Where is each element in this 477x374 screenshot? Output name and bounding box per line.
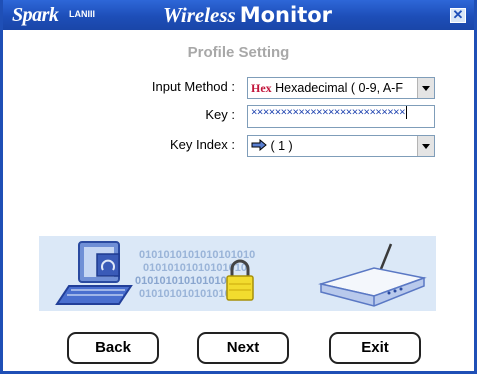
key-value: ×××××××××××××××××××××××××× [251, 106, 406, 119]
app-title: Wireless Monitor [163, 3, 332, 28]
input-method-select[interactable]: Hex Hexadecimal ( 0-9, A-F [247, 77, 435, 99]
key-index-select[interactable]: ( 1 ) [247, 135, 435, 157]
binary-line-3: 0101010101010101 [135, 275, 233, 287]
key-arrow-icon [251, 139, 267, 152]
next-button[interactable]: Next [197, 332, 289, 364]
input-method-value: Hexadecimal ( 0-9, A-F [275, 81, 403, 95]
back-button[interactable]: Back [67, 332, 159, 364]
router-icon [318, 243, 427, 307]
text-caret [406, 106, 408, 119]
key-input[interactable]: ×××××××××××××××××××××××××× [247, 105, 435, 128]
app-title-monitor: Monitor [239, 3, 333, 27]
hex-icon: Hex [251, 81, 272, 95]
security-banner: 0101010101010101010 01010101010101010 01… [39, 236, 436, 311]
brand-logo: Spark [12, 4, 59, 26]
banner-graphic: 0101010101010101010 01010101010101010 01… [55, 241, 427, 307]
binary-line-1: 0101010101010101010 [139, 249, 255, 261]
key-index-value: ( 1 ) [270, 139, 293, 153]
chevron-down-icon[interactable] [417, 78, 434, 98]
key-label: Key : [205, 107, 235, 122]
page-title: Profile Setting [187, 44, 290, 61]
title-bar[interactable]: Spark LANIII Wireless Monitor ✕ [3, 0, 474, 30]
input-method-label: Input Method : [151, 79, 235, 94]
app-title-wireless: Wireless [163, 3, 236, 27]
close-button[interactable]: ✕ [450, 8, 466, 23]
close-icon: ✕ [452, 7, 464, 22]
chevron-down-icon[interactable] [417, 136, 434, 156]
laptop-icon [55, 241, 133, 305]
profile-setting-window: Spark LANIII Wireless Monitor ✕ Profile S… [0, 0, 477, 374]
exit-button[interactable]: Exit [329, 332, 421, 364]
brand-suffix: LANIII [69, 9, 95, 19]
key-index-label: Key Index : [169, 137, 235, 152]
